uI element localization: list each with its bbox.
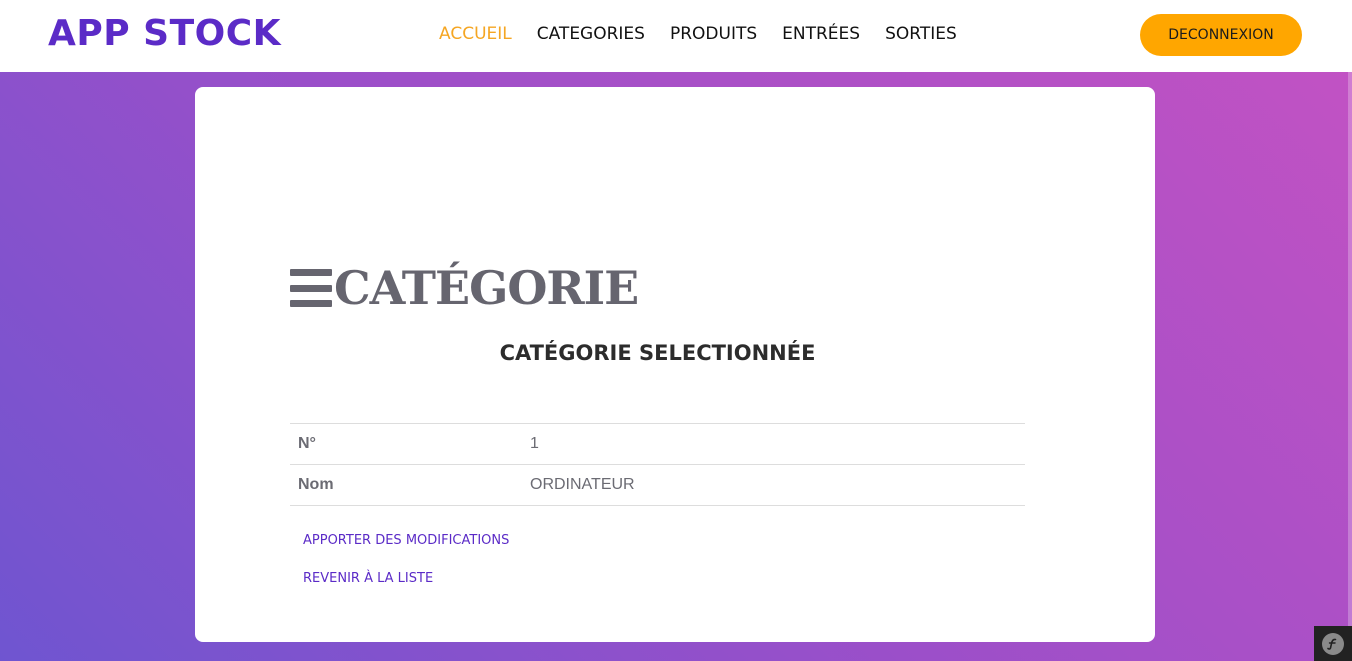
- row-label-name: Nom: [290, 464, 527, 506]
- page-scrollbar[interactable]: [1348, 0, 1352, 661]
- nav-link-categories[interactable]: CATEGORIES: [537, 22, 645, 46]
- nav-link-produits[interactable]: PRODUITS: [670, 22, 757, 46]
- brand-logo[interactable]: APP STOCK: [48, 12, 281, 56]
- symfony-toolbar-toggle[interactable]: [1314, 626, 1352, 661]
- logout-button[interactable]: DECONNEXION: [1140, 14, 1302, 56]
- row-label-number: N°: [290, 423, 527, 465]
- page-heading: CATÉGORIE: [290, 261, 639, 315]
- page-subtitle: CATÉGORIE SELECTIONNÉE: [499, 341, 816, 365]
- top-navbar: APP STOCK ACCUEIL CATEGORIES PRODUITS EN…: [0, 0, 1352, 72]
- row-value-name: ORDINATEUR: [527, 464, 1025, 506]
- table-row: Nom ORDINATEUR: [290, 464, 1025, 506]
- bars-icon: [290, 269, 332, 307]
- page-title: CATÉGORIE: [334, 261, 639, 315]
- edit-link[interactable]: APPORTER DES MODIFICATIONS: [303, 532, 509, 550]
- category-card: CATÉGORIE CATÉGORIE SELECTIONNÉE N° 1 No…: [195, 87, 1155, 642]
- symfony-icon: [1322, 632, 1344, 655]
- table-row: N° 1: [290, 423, 1025, 465]
- nav-link-accueil[interactable]: ACCUEIL: [439, 22, 512, 46]
- category-detail-table: N° 1 Nom ORDINATEUR: [290, 423, 1025, 506]
- nav-link-entrees[interactable]: ENTRÉES: [782, 22, 860, 46]
- nav-link-sorties[interactable]: SORTIES: [885, 22, 957, 46]
- row-value-number: 1: [527, 423, 1025, 465]
- back-to-list-link[interactable]: REVENIR À LA LISTE: [303, 570, 433, 588]
- nav-links: ACCUEIL CATEGORIES PRODUITS ENTRÉES SORT…: [439, 22, 982, 46]
